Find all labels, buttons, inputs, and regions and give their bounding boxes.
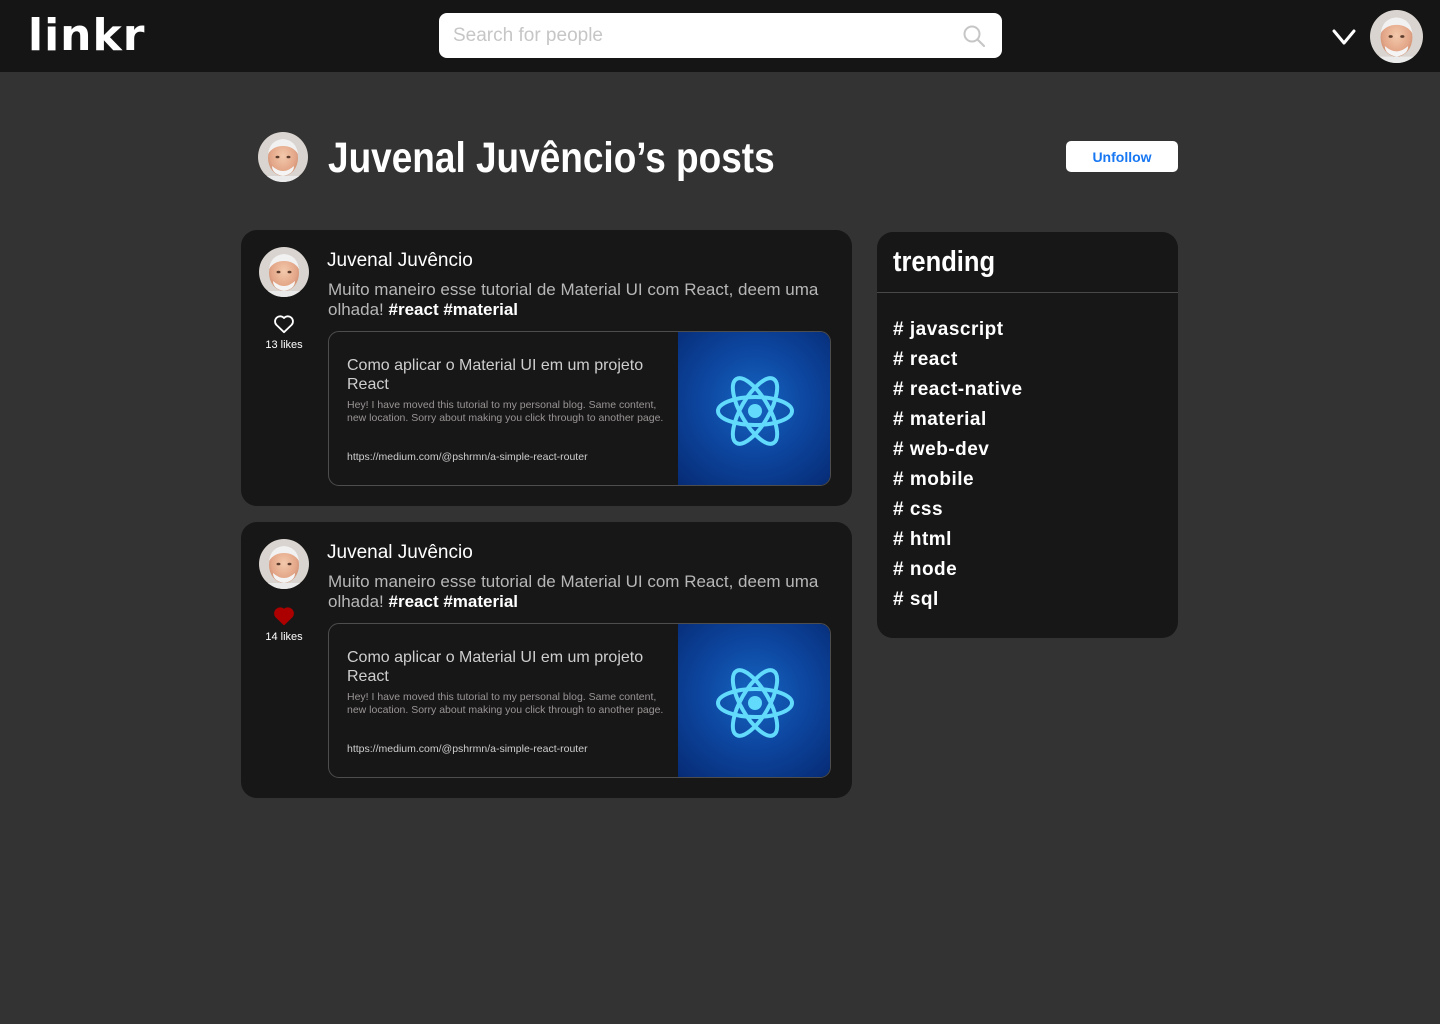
trending-hashtag[interactable]: # react bbox=[893, 345, 1023, 375]
react-logo-icon bbox=[716, 376, 794, 446]
trending-hashtag[interactable]: # node bbox=[893, 555, 1023, 585]
post-card: 13 likes Juvenal Juvêncio Muito maneiro … bbox=[241, 230, 852, 506]
post-hashtags[interactable]: #react #material bbox=[389, 300, 518, 319]
trending-hashtag[interactable]: # material bbox=[893, 405, 1023, 435]
link-url: https://medium.com/@pshrmn/a-simple-reac… bbox=[347, 451, 588, 463]
trending-hashtag[interactable]: # web-dev bbox=[893, 435, 1023, 465]
link-description: Hey! I have moved this tutorial to my pe… bbox=[347, 691, 664, 716]
trending-list: # javascript # react # react-native # ma… bbox=[893, 315, 1023, 615]
page-title: Juvenal Juvêncio’s posts bbox=[328, 134, 775, 182]
post-text: Muito maneiro esse tutorial de Material … bbox=[328, 280, 828, 320]
trending-hashtag[interactable]: # react-native bbox=[893, 375, 1023, 405]
link-preview[interactable]: Como aplicar o Material UI em um projeto… bbox=[328, 331, 831, 486]
post-author-avatar[interactable] bbox=[259, 247, 309, 297]
post-hashtags[interactable]: #react #material bbox=[389, 592, 518, 611]
trending-hashtag[interactable]: # javascript bbox=[893, 315, 1023, 345]
heart-filled-icon[interactable] bbox=[273, 606, 295, 626]
divider bbox=[877, 292, 1178, 293]
link-url: https://medium.com/@pshrmn/a-simple-reac… bbox=[347, 743, 588, 755]
post-author-name[interactable]: Juvenal Juvêncio bbox=[327, 542, 473, 564]
link-title: Como aplicar o Material UI em um projeto… bbox=[347, 649, 644, 685]
search-icon[interactable] bbox=[962, 24, 986, 48]
trending-title: trending bbox=[893, 246, 996, 278]
link-preview[interactable]: Como aplicar o Material UI em um projeto… bbox=[328, 623, 831, 778]
post-author-name[interactable]: Juvenal Juvêncio bbox=[327, 250, 473, 272]
react-logo-icon bbox=[716, 668, 794, 738]
link-description: Hey! I have moved this tutorial to my pe… bbox=[347, 399, 664, 424]
user-avatar[interactable] bbox=[1370, 10, 1423, 63]
link-title: Como aplicar o Material UI em um projeto… bbox=[347, 357, 644, 393]
trending-hashtag[interactable]: # html bbox=[893, 525, 1023, 555]
logo[interactable]: linkr bbox=[28, 8, 145, 64]
post-text: Muito maneiro esse tutorial de Material … bbox=[328, 572, 828, 612]
trending-hashtag[interactable]: # css bbox=[893, 495, 1023, 525]
search-input[interactable] bbox=[439, 13, 959, 58]
heart-outline-icon[interactable] bbox=[273, 314, 295, 334]
link-thumbnail bbox=[678, 332, 830, 485]
unfollow-button[interactable]: Unfollow bbox=[1066, 141, 1178, 172]
profile-avatar bbox=[258, 132, 308, 182]
post-card: 14 likes Juvenal Juvêncio Muito maneiro … bbox=[241, 522, 852, 798]
like-count: 13 likes bbox=[265, 339, 303, 351]
trending-hashtag[interactable]: # mobile bbox=[893, 465, 1023, 495]
top-bar: linkr bbox=[0, 0, 1440, 72]
search-box[interactable] bbox=[439, 13, 1002, 58]
link-thumbnail bbox=[678, 624, 830, 777]
post-author-avatar[interactable] bbox=[259, 539, 309, 589]
chevron-down-icon[interactable] bbox=[1331, 27, 1357, 47]
trending-hashtag[interactable]: # sql bbox=[893, 585, 1023, 615]
trending-sidebar: trending # javascript # react # react-na… bbox=[877, 232, 1178, 638]
like-count: 14 likes bbox=[265, 631, 303, 643]
